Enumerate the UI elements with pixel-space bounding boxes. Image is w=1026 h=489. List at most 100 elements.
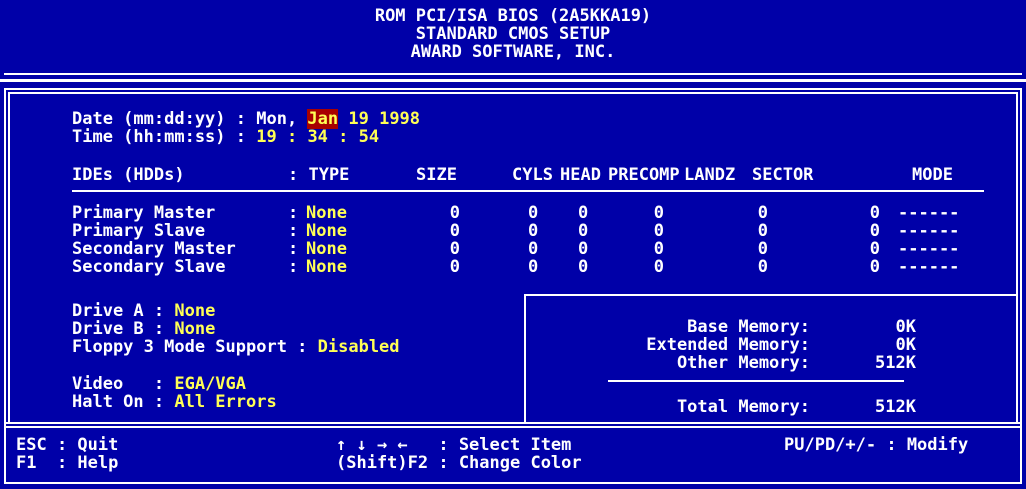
ide-type-field[interactable]: None bbox=[306, 240, 347, 258]
col-header-landz: LANDZ bbox=[684, 165, 736, 185]
help-esc-quit: ESC : Quit bbox=[16, 435, 119, 455]
halt-on-row[interactable]: Halt On : All Errors bbox=[72, 393, 277, 411]
time-row[interactable]: Time (hh:mm:ss) : 19 : 34 : 54 bbox=[72, 128, 379, 146]
ide-cyls: 0 bbox=[528, 257, 539, 277]
date-month-field[interactable]: Jan bbox=[307, 109, 339, 129]
screen-title: STANDARD CMOS SETUP bbox=[415, 24, 611, 44]
ide-name: Primary Master bbox=[72, 203, 216, 223]
video-label: Video : bbox=[72, 374, 175, 394]
ide-mode: ------ bbox=[898, 257, 960, 277]
header-divider bbox=[4, 73, 1022, 75]
ide-sector: 0 bbox=[869, 257, 880, 277]
ide-head: 0 bbox=[578, 239, 589, 259]
extended-memory-value: 0K bbox=[895, 335, 916, 355]
floppy-mode-row[interactable]: Floppy 3 Mode Support : Disabled bbox=[72, 338, 400, 356]
ide-colon: : bbox=[288, 221, 299, 241]
floppy-mode-label: Floppy 3 Mode Support : bbox=[72, 337, 318, 357]
col-header-ide: IDEs (HDDs) bbox=[72, 165, 185, 185]
halt-on-label: Halt On : bbox=[72, 392, 175, 412]
ide-cyls: 0 bbox=[528, 203, 539, 223]
ide-cyls: 0 bbox=[528, 221, 539, 241]
ide-size: 0 bbox=[449, 221, 460, 241]
ide-sector: 0 bbox=[869, 221, 880, 241]
ide-precomp: 0 bbox=[653, 221, 664, 241]
ide-type-field[interactable]: None bbox=[306, 222, 347, 240]
help-modify: PU/PD/+/- : Modify bbox=[784, 435, 969, 455]
drive-a-row[interactable]: Drive A : None bbox=[72, 302, 215, 320]
col-header-head: HEAD bbox=[560, 165, 601, 185]
col-header-precomp: PRECOMP bbox=[608, 165, 680, 185]
date-day-year-field[interactable]: 19 1998 bbox=[338, 109, 420, 129]
ide-head: 0 bbox=[578, 203, 589, 223]
help-select-item: ↑ ↓ → ← : Select Item bbox=[336, 435, 572, 455]
ide-mode: ------ bbox=[898, 221, 960, 241]
time-hour-field[interactable]: 19 bbox=[256, 127, 276, 147]
ide-cyls: 0 bbox=[528, 239, 539, 259]
drive-a-label: Drive A : bbox=[72, 301, 175, 321]
base-memory-value: 0K bbox=[895, 317, 916, 337]
col-header-size: SIZE bbox=[416, 165, 457, 185]
time-minute-field[interactable]: 34 bbox=[307, 127, 327, 147]
help-f1-help: F1 : Help bbox=[16, 453, 119, 473]
ide-precomp: 0 bbox=[653, 239, 664, 259]
ide-head: 0 bbox=[578, 257, 589, 277]
ide-sector: 0 bbox=[869, 239, 880, 259]
col-header-type: : TYPE bbox=[288, 165, 350, 185]
extended-memory-label: Extended Memory: bbox=[646, 335, 810, 355]
ide-colon: : bbox=[288, 239, 299, 259]
ide-landz: 0 bbox=[757, 203, 768, 223]
base-memory-label: Base Memory: bbox=[687, 317, 810, 337]
frame-left bbox=[4, 88, 6, 484]
ide-landz: 0 bbox=[757, 257, 768, 277]
time-second-field[interactable]: 54 bbox=[359, 127, 379, 147]
help-change-color: (Shift)F2 : Change Color bbox=[336, 453, 582, 473]
ide-sector: 0 bbox=[869, 203, 880, 223]
frame-bottom bbox=[4, 482, 1022, 484]
ide-landz: 0 bbox=[757, 239, 768, 259]
ide-name: Secondary Master bbox=[72, 239, 236, 259]
memory-box-left bbox=[524, 294, 526, 424]
frame-right-inner bbox=[1016, 92, 1018, 422]
other-memory-value: 512K bbox=[875, 353, 916, 373]
ide-precomp: 0 bbox=[653, 257, 664, 277]
drive-a-field[interactable]: None bbox=[174, 301, 215, 321]
total-memory-label: Total Memory: bbox=[676, 397, 810, 417]
drive-b-label: Drive B : bbox=[72, 319, 175, 339]
video-field[interactable]: EGA/VGA bbox=[174, 374, 246, 394]
ide-mode: ------ bbox=[898, 203, 960, 223]
ide-precomp: 0 bbox=[653, 203, 664, 223]
time-sep: : bbox=[276, 127, 308, 147]
time-label: Time (hh:mm:ss) : bbox=[72, 127, 257, 147]
col-header-sector: SECTOR bbox=[752, 165, 814, 185]
ide-type-field[interactable]: None bbox=[306, 204, 347, 222]
bios-title: ROM PCI/ISA BIOS (2A5KKA19) bbox=[374, 6, 652, 26]
floppy-mode-field[interactable]: Disabled bbox=[318, 337, 400, 357]
ide-head: 0 bbox=[578, 221, 589, 241]
ide-type-field[interactable]: None bbox=[306, 258, 347, 276]
date-day: Mon, bbox=[256, 109, 308, 129]
ide-landz: 0 bbox=[757, 221, 768, 241]
frame-left-inner bbox=[8, 92, 10, 422]
frame-footer-sep bbox=[4, 422, 1022, 424]
halt-on-field[interactable]: All Errors bbox=[174, 392, 276, 412]
ide-size: 0 bbox=[449, 257, 460, 277]
date-label: Date (mm:dd:yy) : bbox=[72, 109, 257, 129]
ide-size: 0 bbox=[449, 239, 460, 259]
drive-b-field[interactable]: None bbox=[174, 319, 215, 339]
drive-b-row[interactable]: Drive B : None bbox=[72, 320, 215, 338]
other-memory-label: Other Memory: bbox=[676, 353, 810, 373]
memory-box-top bbox=[524, 294, 1018, 296]
video-row[interactable]: Video : EGA/VGA bbox=[72, 375, 246, 393]
ide-mode: ------ bbox=[898, 239, 960, 259]
ide-size: 0 bbox=[449, 203, 460, 223]
frame-right bbox=[1020, 88, 1022, 484]
ide-name: Secondary Slave bbox=[72, 257, 226, 277]
col-header-cyls: CYLS bbox=[512, 165, 553, 185]
total-memory-value: 512K bbox=[875, 397, 916, 417]
col-header-mode: MODE bbox=[912, 165, 953, 185]
vendor-title: AWARD SOFTWARE, INC. bbox=[410, 42, 616, 62]
date-row[interactable]: Date (mm:dd:yy) : Mon, Jan 19 1998 bbox=[72, 109, 420, 129]
frame-top bbox=[4, 88, 1022, 90]
memory-total-divider bbox=[608, 380, 904, 382]
frame-footer-sep2 bbox=[4, 426, 1022, 428]
